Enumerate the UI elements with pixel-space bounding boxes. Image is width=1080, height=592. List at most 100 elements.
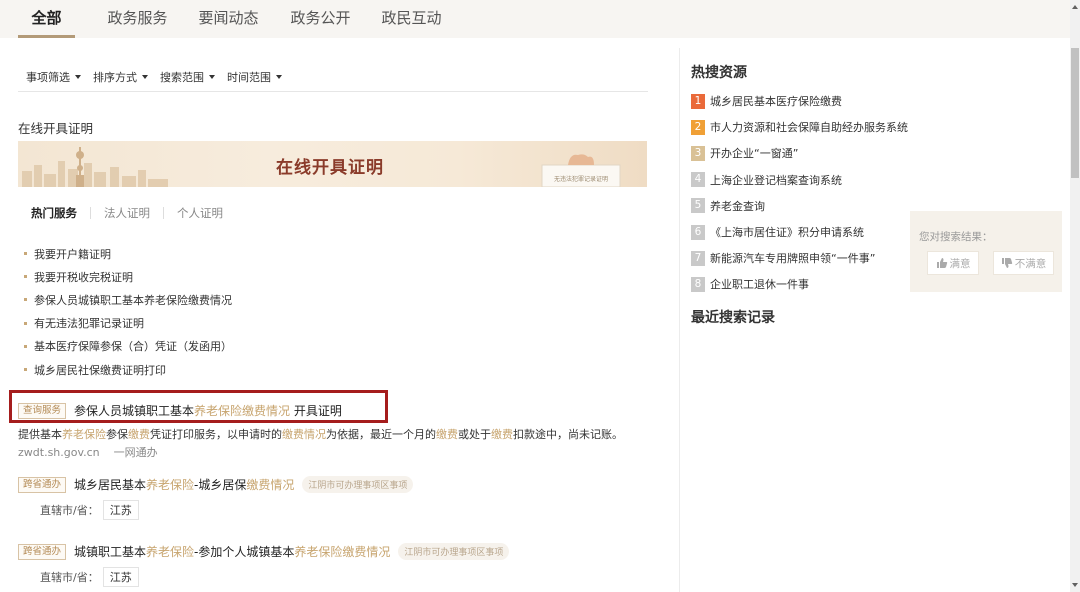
satisfied-button[interactable]: 满意 — [927, 251, 979, 275]
result-title[interactable]: 查询服务 参保人员城镇职工基本养老保险缴费情况 开具证明 — [18, 402, 342, 419]
result-description: 提供基本养老保险参保缴费凭证打印服务，以申请时的缴费情况为依据，最近一个月的缴费… — [18, 426, 623, 442]
region-scope-tag: 江阴市可办理事项区事项 — [302, 476, 414, 493]
hot-item-label: 养老金查询 — [710, 199, 765, 213]
desc-part: 提供基本 — [18, 428, 62, 441]
banner-title: 在线开具证明 — [276, 158, 384, 178]
bullet-icon — [24, 344, 27, 348]
scrollbar-thumb[interactable] — [1071, 48, 1079, 178]
desc-keyword: 缴费 — [128, 428, 150, 441]
filter-sort[interactable]: 排序方式 — [93, 69, 148, 85]
desc-part: 为依据，最近一个月的 — [326, 428, 436, 441]
list-item[interactable]: 城乡居民社保缴费证明打印 — [24, 358, 232, 381]
subtab-personal[interactable]: 个人证明 — [177, 205, 223, 221]
hot-search-item[interactable]: 7 新能源汽车专用牌照申领“一件事” — [691, 245, 908, 271]
result-title-text: 城乡居民基本养老保险-城乡居保缴费情况 — [74, 476, 294, 493]
tab-public-interaction[interactable]: 政民互动 — [374, 0, 449, 38]
city-skyline-image — [22, 147, 168, 187]
filter-label: 搜索范围 — [160, 71, 204, 84]
rank-badge: 1 — [691, 93, 705, 109]
hot-item-label: 新能源汽车专用牌照申领“一件事” — [710, 252, 876, 266]
unsatisfied-label: 不满意 — [1014, 257, 1047, 270]
bullet-icon — [24, 368, 27, 372]
subtab-hot-services[interactable]: 热门服务 — [31, 205, 77, 221]
certificate-hand-image: 无违法犯罪记录证明 — [541, 154, 621, 187]
search-feedback-panel: 您对搜索结果： 满意 不满意 — [910, 211, 1062, 292]
scroll-down-arrow-icon[interactable] — [1070, 580, 1080, 590]
desc-part: 凭证打印服务，以申请时的 — [150, 428, 282, 441]
recent-search-title: 最近搜索记录 — [691, 310, 775, 326]
region-row: 直辖市/省： 江苏 — [40, 567, 139, 587]
rank-badge: 3 — [691, 145, 705, 161]
hot-item-label: 上海企业登记档案查询系统 — [710, 173, 842, 187]
tab-government-services[interactable]: 政务服务 — [100, 0, 175, 38]
hot-item-label: 市人力资源和社会保障自助经办服务系统 — [710, 121, 908, 135]
tab-government-disclosure[interactable]: 政务公开 — [283, 0, 358, 38]
region-value[interactable]: 江苏 — [102, 567, 139, 587]
caret-down-icon — [276, 75, 282, 79]
desc-keyword: 缴费 — [436, 428, 458, 441]
list-item[interactable]: 参保人员城镇职工基本养老保险缴费情况 — [24, 288, 232, 311]
feedback-question: 您对搜索结果： — [919, 231, 993, 243]
subtab-legal-person[interactable]: 法人证明 — [104, 205, 150, 221]
bullet-icon — [24, 321, 27, 325]
rank-badge: 8 — [691, 276, 705, 292]
hot-item-label: 企业职工退休一件事 — [710, 278, 809, 292]
desc-keyword: 缴费情况 — [282, 428, 326, 441]
desc-part: 扣款途中，尚未记账。 — [513, 428, 623, 441]
region-label: 直辖市/省： — [40, 571, 99, 584]
bullet-icon — [24, 298, 27, 302]
list-item[interactable]: 我要开税收完税证明 — [24, 265, 232, 288]
result-title[interactable]: 跨省通办 城乡居民基本养老保险-城乡居保缴费情况 江阴市可办理事项区事项 — [18, 476, 414, 493]
tab-all[interactable]: 全部 — [18, 0, 75, 38]
service-type-tag: 跨省通办 — [18, 543, 67, 560]
hot-search-item[interactable]: 5 养老金查询 — [691, 193, 908, 219]
list-item[interactable]: 基本医疗保障参保（合）凭证（发函用） — [24, 335, 232, 358]
filter-scope[interactable]: 搜索范围 — [160, 69, 215, 85]
caret-down-icon — [209, 75, 215, 79]
title-keyword: 养老保险 — [146, 478, 195, 492]
bullet-icon — [24, 252, 27, 256]
hot-search-item[interactable]: 8 企业职工退休一件事 — [691, 271, 908, 297]
tab-news[interactable]: 要闻动态 — [191, 0, 266, 38]
caret-down-icon — [75, 75, 81, 79]
hot-search-item[interactable]: 2 市人力资源和社会保障自助经办服务系统 — [691, 114, 908, 140]
unsatisfied-button[interactable]: 不满意 — [993, 251, 1054, 275]
top-nav-bar: 全部 政务服务 要闻动态 政务公开 政民互动 — [0, 0, 1070, 38]
source-name: 一网通办 — [113, 446, 158, 459]
hot-search-item[interactable]: 1 城乡居民基本医疗保险缴费 — [691, 88, 908, 114]
result-title-text: 参保人员城镇职工基本养老保险缴费情况 开具证明 — [74, 402, 342, 419]
region-value[interactable]: 江苏 — [102, 500, 139, 520]
list-item[interactable]: 我要开户籍证明 — [24, 242, 232, 265]
column-divider — [679, 48, 680, 592]
hot-search-item[interactable]: 3 开办企业“一窗通” — [691, 140, 908, 166]
scroll-up-arrow-icon[interactable] — [1070, 2, 1080, 12]
certificate-banner[interactable]: 在线开具证明 无违法犯罪记录证明 — [18, 141, 647, 187]
filter-item-matter[interactable]: 事项筛选 — [26, 69, 81, 85]
rank-badge: 4 — [691, 172, 705, 188]
divider — [163, 207, 164, 219]
hot-search-item[interactable]: 4 上海企业登记档案查询系统 — [691, 167, 908, 193]
list-item[interactable]: 有无违法犯罪记录证明 — [24, 312, 232, 335]
filter-bar: 事项筛选 排序方式 搜索范围 时间范围 — [26, 69, 282, 85]
list-item-label: 城乡居民社保缴费证明打印 — [34, 363, 166, 377]
title-keyword: 缴费情况 — [246, 478, 295, 492]
service-subtabs: 热门服务 法人证明 个人证明 — [31, 205, 223, 221]
scrollbar[interactable] — [1070, 0, 1080, 592]
desc-part: 或处于 — [458, 428, 491, 441]
list-item-label: 我要开税收完税证明 — [34, 270, 133, 284]
rank-badge: 2 — [691, 119, 705, 135]
result-title[interactable]: 跨省通办 城镇职工基本养老保险-参加个人城镇基本养老保险缴费情况 江阴市可办理事… — [18, 543, 510, 560]
caret-down-icon — [142, 75, 148, 79]
result-title-text: 城镇职工基本养老保险-参加个人城镇基本养老保险缴费情况 — [74, 543, 390, 560]
source-url[interactable]: zwdt.sh.gov.cn — [18, 446, 100, 459]
filter-time[interactable]: 时间范围 — [227, 69, 282, 85]
service-type-tag: 查询服务 — [18, 402, 67, 419]
bullet-icon — [24, 275, 27, 279]
region-label: 直辖市/省： — [40, 504, 99, 517]
result-source: zwdt.sh.gov.cn 一网通办 — [18, 444, 158, 460]
title-part: -城乡居保 — [194, 478, 247, 492]
service-type-tag: 跨省通办 — [18, 476, 67, 493]
desc-part: 参保 — [106, 428, 128, 441]
hot-search-item[interactable]: 6 《上海市居住证》积分申请系统 — [691, 219, 908, 245]
title-keyword: 养老保险 — [146, 545, 195, 559]
